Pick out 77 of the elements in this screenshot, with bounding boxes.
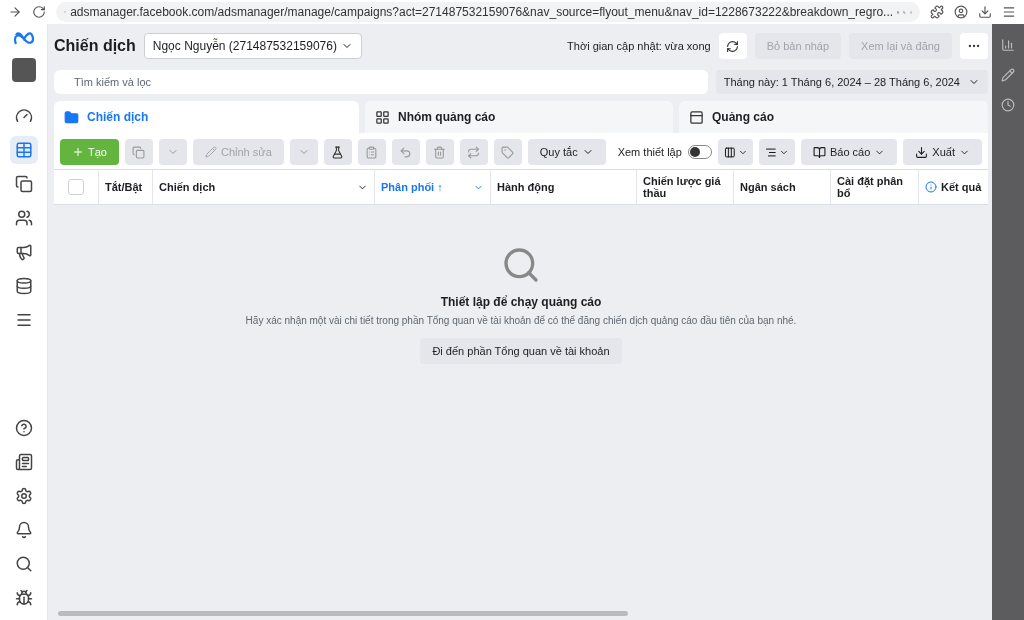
swap-icon xyxy=(467,145,481,159)
avatar[interactable] xyxy=(11,58,36,82)
view-setup-toggle[interactable] xyxy=(687,145,712,159)
empty-message: Hãy xác nhận một vài chi tiết trong phần Tổng quan về tài khoản để có thể đăng chiến dịch quảng cáo đầu tiên của bạn nhé. xyxy=(245,315,797,326)
help-icon xyxy=(14,419,33,437)
clipboard-icon xyxy=(365,145,379,159)
breakdown-icon xyxy=(765,145,778,159)
clock-icon xyxy=(1001,98,1015,112)
tab[interactable]: Quảng cáo xyxy=(679,101,988,133)
download-icon xyxy=(915,145,929,159)
search-icon xyxy=(14,555,33,573)
select-all-checkbox[interactable] xyxy=(68,179,84,195)
column-header[interactable]: Chiến lược giá thầu xyxy=(636,170,733,204)
empty-title: Thiết lập để chạy quảng cáo xyxy=(440,295,602,309)
settings-icon xyxy=(14,487,33,505)
plus-icon xyxy=(72,146,84,158)
account-select[interactable]: Ngọc Nguyễn (271487532159076) xyxy=(143,33,362,59)
copy-icon xyxy=(132,145,146,159)
tag-icon xyxy=(501,145,515,159)
extensions-icon xyxy=(930,5,944,19)
column-header[interactable]: Phân phối ↑ xyxy=(374,170,490,204)
column-header[interactable]: Tắt/Bật xyxy=(98,170,152,204)
grid-icon xyxy=(375,109,390,125)
overview-button[interactable]: Đi đến phần Tổng quan về tài khoản xyxy=(420,338,622,364)
column-header[interactable]: Hành động xyxy=(490,170,636,204)
report-icon xyxy=(812,145,826,159)
test-button[interactable] xyxy=(323,139,352,165)
sidebar-item[interactable] xyxy=(9,136,38,164)
search-icon xyxy=(501,245,541,285)
coins-icon xyxy=(14,277,33,295)
refresh-icon xyxy=(726,39,740,53)
newspaper-icon xyxy=(14,453,33,471)
pencil-icon xyxy=(204,146,217,158)
flask-icon xyxy=(331,145,345,159)
columns-button[interactable] xyxy=(717,139,754,165)
reload-icon xyxy=(32,5,46,19)
trash-icon xyxy=(433,145,447,159)
pages-icon xyxy=(14,175,33,193)
bell-icon xyxy=(14,521,33,539)
columns-icon xyxy=(723,145,736,159)
breakdown-button[interactable] xyxy=(759,139,795,165)
scrollbar[interactable] xyxy=(58,610,628,616)
megaphone-icon xyxy=(14,243,33,261)
tab[interactable]: Chiến dịch xyxy=(54,101,359,133)
bug-icon xyxy=(14,589,33,607)
view-setup-label: Xem thiết lập xyxy=(617,146,682,158)
window-icon xyxy=(689,109,704,125)
table-icon xyxy=(14,141,33,159)
refresh-button[interactable] xyxy=(718,33,747,59)
page-title: Chiến dịch xyxy=(54,37,136,55)
update-time: Thời gian cập nhật: vừa xong xyxy=(567,40,711,52)
forward-icon xyxy=(8,5,22,19)
people-icon xyxy=(14,209,33,227)
column-header[interactable]: Cài đặt phân bổ xyxy=(830,170,918,204)
pencil-icon xyxy=(1001,68,1015,82)
rules-button[interactable]: Quy tắc xyxy=(527,139,606,165)
gauge-icon xyxy=(14,107,33,125)
menu-icon xyxy=(14,311,33,329)
menu-icon xyxy=(1002,5,1016,19)
profile-icon xyxy=(954,5,968,19)
duplicate-button[interactable] xyxy=(124,139,153,165)
column-header[interactable]: Chiến dịch xyxy=(152,170,374,204)
download-icon xyxy=(978,5,992,19)
folder-icon xyxy=(64,109,79,125)
chart-icon xyxy=(1001,38,1015,52)
tab[interactable]: Nhóm quảng cáo xyxy=(365,101,673,133)
column-header[interactable]: Ngân sách xyxy=(733,170,830,204)
column-header[interactable]: Kết quả xyxy=(918,170,988,204)
date-range-button[interactable]: Tháng này: 1 Tháng 6, 2024 – 28 Tháng 6, 2024 xyxy=(715,70,988,94)
export-button[interactable]: Xuất xyxy=(903,139,982,165)
address-bar[interactable]: adsmanager.facebook.com/adsmanager/manage/campaigns?act=271487532159076&nav_source=flyout_menu&nav_id=1228673222&breakdown_regro... xyxy=(56,2,920,22)
info-icon xyxy=(925,181,937,193)
logo-icon[interactable] xyxy=(12,32,35,46)
search-field[interactable]: Tìm kiếm và lọc xyxy=(54,70,708,94)
report-button[interactable]: Báo cáo xyxy=(800,139,898,165)
undo-icon xyxy=(399,145,413,159)
clipboard-button[interactable] xyxy=(357,139,386,165)
